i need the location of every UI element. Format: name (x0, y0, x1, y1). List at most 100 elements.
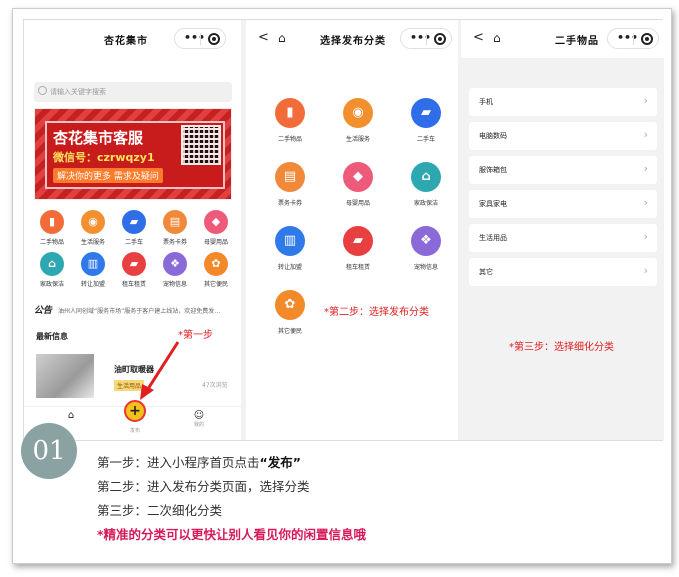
category-label: 转让加盟 (277, 264, 302, 271)
instruction-tip: *精准的分类可以更快让别人看见你的闲置信息哦 (97, 527, 367, 542)
subcategory-item[interactable]: 其它 › (469, 258, 657, 286)
home-icon: ⌂ (67, 410, 75, 421)
category-item[interactable]: ▤ 票务卡券 (155, 210, 195, 246)
tag-icon: ◆ (204, 210, 228, 234)
category-item[interactable]: ⌂ 家政保洁 (32, 252, 72, 288)
category-item[interactable]: ▥ 转让加盟 (260, 226, 320, 271)
chevron-right-icon: › (643, 196, 648, 209)
category-item[interactable]: ◉ 生活服务 (328, 98, 388, 143)
page-title: 杏花集市 (104, 36, 148, 47)
subcategory-item[interactable]: 服饰箱包 › (469, 156, 657, 184)
category-label: 票务卡券 (162, 239, 187, 246)
subcategory-label: 家具家电 (479, 200, 507, 208)
subcategory-label: 电脑数码 (479, 132, 507, 140)
category-item[interactable]: ⌂ 家政保洁 (396, 162, 456, 207)
category-label: 其它便民 (203, 281, 228, 288)
tab-mine-label: 我的 (193, 422, 204, 428)
category-item[interactable]: ✿ 其它便民 (260, 290, 320, 335)
step-badge: 01 (21, 423, 77, 479)
subcategory-label: 服饰箱包 (479, 166, 507, 174)
chevron-right-icon: › (643, 264, 648, 277)
category-label: 转让加盟 (80, 281, 105, 288)
category-item[interactable]: ▰ 租车租赁 (114, 252, 154, 288)
category-label: 宠物信息 (162, 281, 187, 288)
car-rent-icon: ▰ (122, 252, 146, 276)
category-item[interactable]: ▰ 租车租赁 (328, 226, 388, 271)
customer-service-banner[interactable]: 杏花集市客服 微信号：czrwqzy1 解决你的更多 需求及疑问 (34, 108, 232, 200)
category-label: 二手车 (124, 239, 143, 246)
house-icon: ⌂ (40, 252, 64, 276)
miniprogram-capsule[interactable]: ••• (607, 28, 659, 49)
navbar: < ⌂ 选择发布分类 ••• (246, 20, 458, 58)
category-label: 生活服务 (80, 239, 105, 246)
search-input[interactable]: 请输入关键字搜索 (34, 82, 232, 102)
miniprogram-capsule[interactable]: ••• (174, 28, 226, 49)
item-thumbnail (36, 354, 94, 398)
miniprogram-capsule[interactable]: ••• (400, 28, 452, 49)
page-title: 选择发布分类 (320, 36, 386, 47)
category-label: 租车租赁 (345, 264, 370, 271)
subcategory-item[interactable]: 电脑数码 › (469, 122, 657, 150)
pet-icon: ❖ (411, 226, 441, 256)
banner-slogan: 解决你的更多 需求及疑问 (53, 168, 163, 183)
list-item[interactable]: 油町取暖器 生活用品 47次浏览 (34, 352, 232, 402)
category-label: 二手车 (416, 136, 435, 143)
category-label: 家政保洁 (39, 281, 64, 288)
category-item[interactable]: ▰ 二手车 (114, 210, 154, 246)
close-miniprogram-icon[interactable] (434, 33, 446, 45)
subcategory-list: 手机 › 电脑数码 › 服饰箱包 › 家具家电 › 生活用品 › 其它 › (469, 88, 657, 292)
category-label: 宠物信息 (413, 264, 438, 271)
subcategory-item[interactable]: 生活用品 › (469, 224, 657, 252)
category-item[interactable]: ◉ 生活服务 (73, 210, 113, 246)
chevron-right-icon: › (643, 94, 648, 107)
category-item[interactable]: ▥ 转让加盟 (73, 252, 113, 288)
category-item[interactable]: ▰ 二手车 (396, 98, 456, 143)
home-icon[interactable]: ⌂ (278, 31, 286, 45)
instructions: 第一步：进入小程序首页点击“发布” 第二步：进入发布分类页面，选择分类 第三步：… (97, 451, 366, 547)
home-screen: 杏花集市 ••• 请输入关键字搜索 杏花集市客服 微信号：czrwqzy1 解决… (24, 20, 241, 440)
close-miniprogram-icon[interactable] (641, 33, 653, 45)
category-label: 母婴用品 (203, 239, 228, 246)
subcategory-label: 其它 (479, 268, 493, 276)
instruction-line-3: 第三步：二次细化分类 (97, 503, 223, 518)
category-item[interactable]: ❖ 宠物信息 (396, 226, 456, 271)
category-item[interactable]: ▮ 二手物品 (260, 98, 320, 143)
more-icon[interactable]: ••• (410, 31, 431, 44)
close-miniprogram-icon[interactable] (208, 33, 220, 45)
back-icon[interactable]: < (473, 30, 484, 45)
publish-button[interactable]: + (124, 400, 146, 422)
arrow-annotation-icon (140, 341, 180, 400)
clover-icon: ✿ (275, 290, 305, 320)
category-item[interactable]: ◆ 母婴用品 (328, 162, 388, 207)
category-item[interactable]: ◆ 母婴用品 (196, 210, 236, 246)
subcategory-item[interactable]: 手机 › (469, 88, 657, 116)
subcategory-screen: < ⌂ 二手物品 ••• 手机 › 电脑数码 › 服饰箱包 › 家具家电 › 生活用品 › 其它 › … (461, 20, 664, 440)
more-icon[interactable]: ••• (184, 31, 205, 44)
search-icon (38, 86, 47, 95)
subcategory-item[interactable]: 家具家电 › (469, 190, 657, 218)
category-label: 租车租赁 (121, 281, 146, 288)
category-item[interactable]: ▮ 二手物品 (32, 210, 72, 246)
user-icon: ☺ (193, 410, 205, 421)
instruction-line-2: 第二步：进入发布分类页面，选择分类 (97, 479, 310, 494)
more-icon[interactable]: ••• (617, 31, 638, 44)
tab-mine[interactable]: ☺ 我的 (184, 410, 214, 428)
category-label: 二手物品 (277, 136, 302, 143)
tab-home[interactable]: ⌂ (56, 410, 86, 421)
step2-annotation: *第二步：选择发布分类 (324, 307, 429, 318)
back-icon[interactable]: < (258, 30, 269, 45)
tag-icon: ◆ (343, 162, 373, 192)
location-icon: ◉ (81, 210, 105, 234)
category-select-screen: < ⌂ 选择发布分类 ••• ▮ 二手物品 ◉ 生活服务 ▰ 二手车 ▤ 票务卡券 ◆ 母婴用品 ⌂… (246, 20, 458, 440)
category-item[interactable]: ❖ 宠物信息 (155, 252, 195, 288)
notice-bar[interactable]: 公告 油州人同创域“服务市场”服务于客户建上线站，欢迎免费发… (34, 303, 234, 315)
category-item[interactable]: ▤ 票务卡券 (260, 162, 320, 207)
tab-publish[interactable]: 发布 (120, 427, 150, 434)
category-item[interactable]: ✿ 其它便民 (196, 252, 236, 288)
banner-title: 杏花集市客服 (53, 129, 144, 147)
notice-label: 公告 (34, 306, 53, 315)
home-icon[interactable]: ⌂ (493, 31, 501, 45)
car-icon: ▰ (122, 210, 146, 234)
tab-publish-label: 发布 (129, 428, 140, 434)
screenshots-strip: 杏花集市 ••• 请输入关键字搜索 杏花集市客服 微信号：czrwqzy1 解决… (23, 19, 664, 441)
